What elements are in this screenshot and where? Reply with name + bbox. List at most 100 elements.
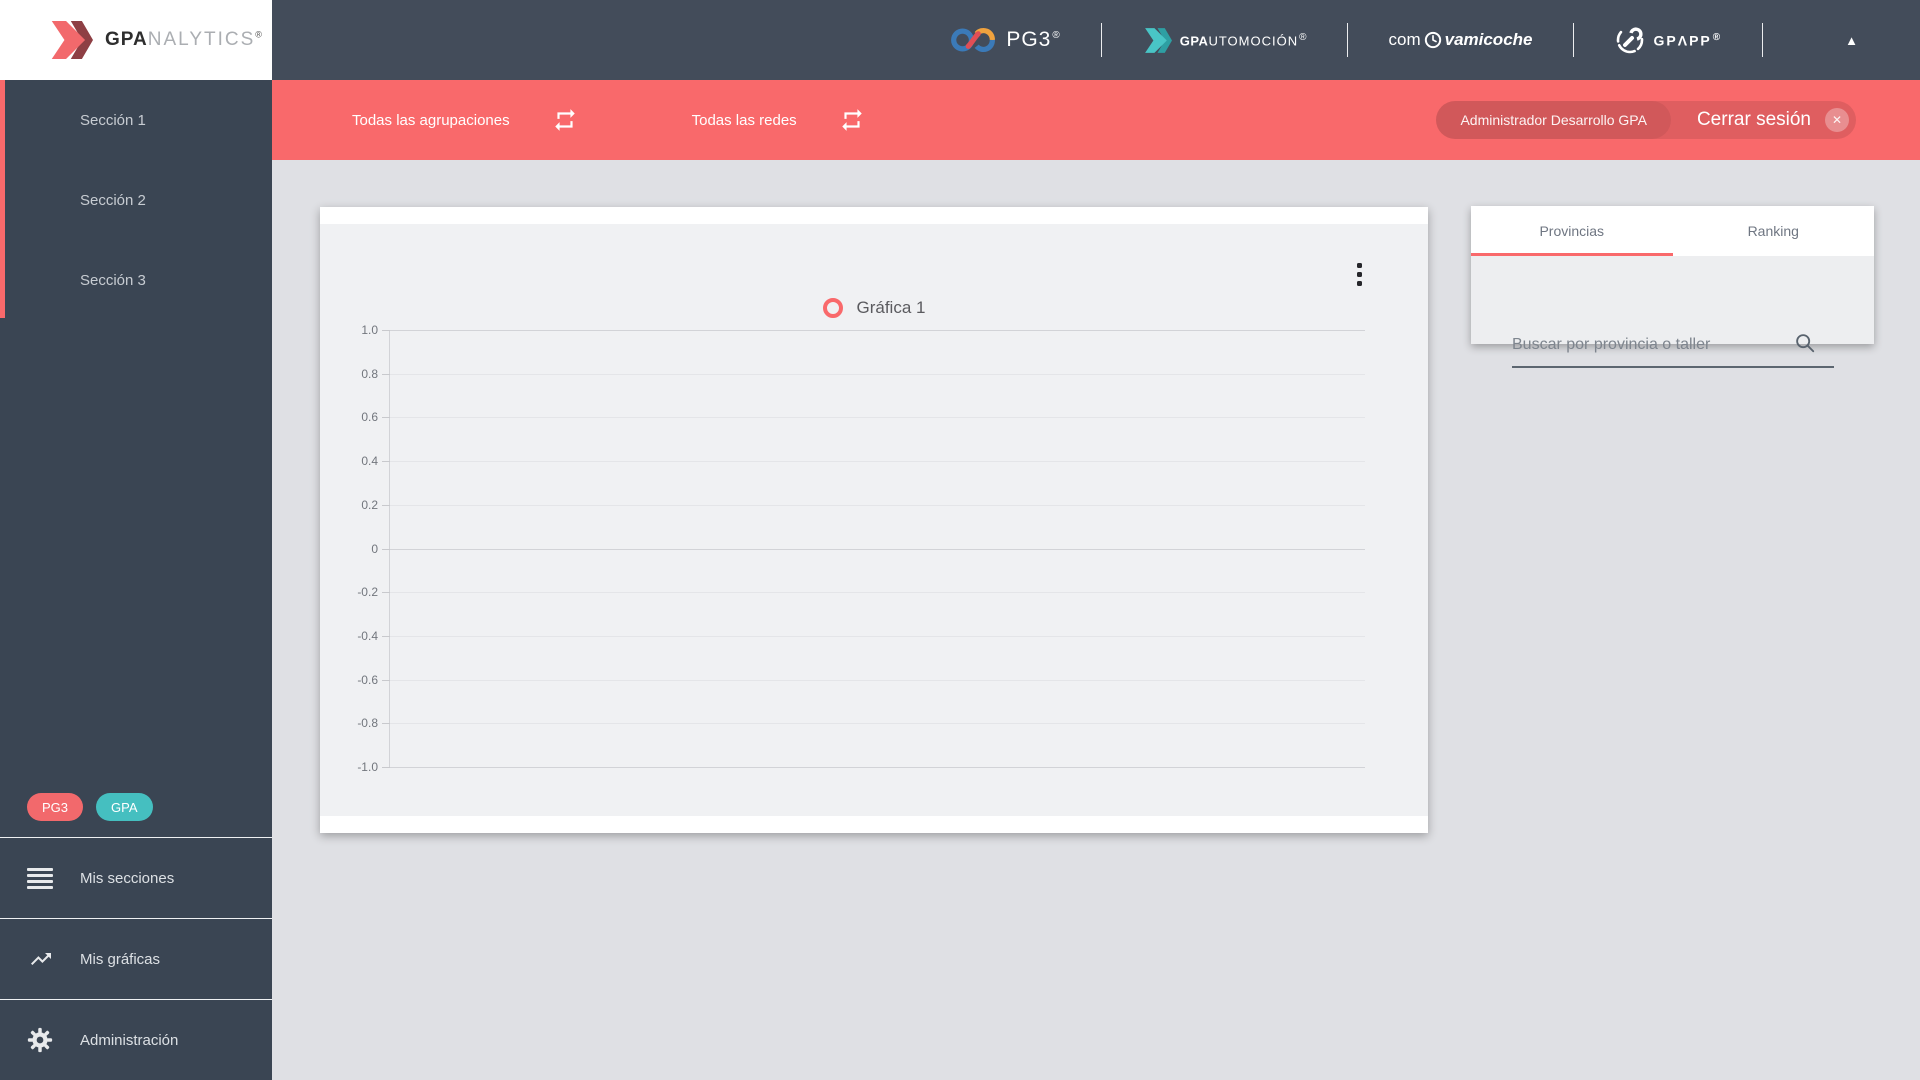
axis-tick: [382, 723, 390, 724]
sidebar-badge[interactable]: PG3: [27, 793, 84, 821]
comprobamicoche-pre: com: [1388, 30, 1421, 49]
gridline: [390, 417, 1365, 418]
y-tick-label: -0.4: [357, 629, 378, 643]
logo-gpa: GPA: [105, 29, 148, 50]
gpapp-logo: GPΛPP®: [1614, 24, 1723, 56]
y-tick-label: -0.6: [357, 673, 378, 687]
y-tick-label: -0.2: [357, 585, 378, 599]
search-icon[interactable]: [1794, 332, 1816, 354]
header-divider: [1762, 23, 1764, 57]
swap-icon[interactable]: [552, 107, 578, 133]
sidebar-item-seccion-2[interactable]: Sección 2: [0, 160, 272, 240]
sidebar-item-mis-graficas[interactable]: Mis gráficas: [0, 918, 272, 999]
kebab-dot: [1357, 263, 1362, 268]
y-tick-label: 0.4: [361, 454, 378, 468]
section-label: Sección 3: [80, 271, 146, 289]
clock-icon: [1423, 30, 1443, 50]
chart-options-button[interactable]: [1353, 259, 1366, 290]
sidebar-item-mis-secciones[interactable]: Mis secciones: [0, 837, 272, 918]
axis-tick: [382, 461, 390, 462]
sidebar-badge[interactable]: GPA: [96, 793, 153, 821]
sidebar-item-seccion-3[interactable]: Sección 3: [0, 240, 272, 320]
header-divider: [1347, 23, 1349, 57]
top-header: PG3® GPAUTOMOCIÓN® com vamicoche GPΛPP® …: [272, 0, 1920, 80]
collapse-header-button[interactable]: ▲: [1845, 33, 1858, 48]
provinces-panel: Provincias Ranking: [1471, 206, 1874, 368]
panel-search-area: [1471, 256, 1874, 368]
chart-card: Gráfica 1 1.0 0.8 0.6 0.4 0.2 0 -0.2 -0.4 -0.6 -0…: [320, 207, 1428, 833]
section-label: Sección 1: [80, 111, 146, 129]
badge-label: GPA: [111, 799, 138, 815]
comprobamicoche-post: vamicoche: [1444, 30, 1533, 49]
axis-tick: [382, 505, 390, 506]
axis-tick: [382, 592, 390, 593]
y-tick-label: 0.8: [361, 367, 378, 381]
panel-tabs: Provincias Ranking: [1471, 206, 1874, 256]
gpapp-label: GPΛPP®: [1653, 31, 1723, 49]
close-session-icon[interactable]: ✕: [1825, 108, 1849, 132]
y-tick-label: 0.2: [361, 498, 378, 512]
section-label: Sección 2: [80, 191, 146, 209]
groupings-filter[interactable]: Todas las agrupaciones: [352, 107, 578, 133]
gridline: [390, 461, 1365, 462]
comprobamicoche-logo: com vamicoche: [1388, 30, 1532, 50]
axis-tick: [382, 417, 390, 418]
axis-tick: [382, 636, 390, 637]
filter-bar: Todas las agrupaciones Todas las redes A…: [272, 80, 1920, 160]
swap-icon[interactable]: [839, 107, 865, 133]
gpanalytics-logo-text: GPANALYTICS®: [105, 29, 263, 51]
gridline: [390, 330, 1365, 331]
sidebar-bottom-menu: Mis secciones Mis gráficas Administració…: [0, 837, 272, 1080]
groupings-filter-label: Todas las agrupaciones: [352, 111, 510, 129]
chart-background: Gráfica 1 1.0 0.8 0.6 0.4 0.2 0 -0.2 -0.4 -0.6 -0…: [320, 224, 1428, 816]
tab-label: Ranking: [1747, 223, 1799, 239]
gpautomocion-label: GPAUTOMOCIÓN®: [1179, 31, 1308, 49]
logout-button[interactable]: Cerrar sesión: [1697, 109, 1811, 131]
tab-label: Provincias: [1539, 223, 1605, 239]
y-tick-label: 0.6: [361, 410, 378, 424]
pg3-label: PG3®: [1006, 28, 1061, 51]
kebab-dot: [1357, 281, 1362, 286]
sidebar-item-administracion[interactable]: Administración: [0, 999, 272, 1080]
axis-tick: [382, 374, 390, 375]
user-name-chip: Administrador Desarrollo GPA: [1436, 101, 1671, 139]
sidebar: GPANALYTICS® Sección 1 Sección 2 Sección…: [0, 0, 272, 1080]
list-icon: [27, 867, 57, 889]
y-tick-label: 0: [371, 542, 378, 556]
legend-series-icon[interactable]: [822, 298, 843, 318]
gridline: [390, 549, 1365, 550]
chart-legend: Gráfica 1: [320, 298, 1428, 318]
sections-list: Sección 1 Sección 2 Sección 3: [0, 80, 272, 320]
gpapp-wrench-icon: [1616, 26, 1643, 54]
line-chart-icon: [27, 947, 57, 971]
gridline: [390, 723, 1365, 724]
logo-rest: NALYTICS: [147, 29, 256, 50]
logo-reg: ®: [255, 29, 263, 40]
plot-area: 1.0 0.8 0.6 0.4 0.2 0 -0.2 -0.4 -0.6 -0.8 -1.0: [357, 323, 1365, 774]
menu-label: Mis gráficas: [80, 950, 161, 968]
pg3-logo: PG3®: [949, 25, 1060, 55]
y-tick-label: 1.0: [361, 323, 378, 337]
y-tick-label: -1.0: [357, 760, 378, 774]
axis-tick: [382, 680, 390, 681]
tab-provincias[interactable]: Provincias: [1471, 206, 1673, 256]
gridline: [390, 636, 1365, 637]
gridline: [390, 505, 1365, 506]
badge-label: PG3: [42, 799, 69, 815]
axis-tick: [382, 549, 390, 550]
search-input[interactable]: [1512, 336, 1834, 368]
y-tick-label: -0.8: [357, 716, 378, 730]
axis-tick: [382, 330, 390, 331]
gpanalytics-arrow-icon: [51, 20, 93, 60]
axis-tick: [382, 767, 390, 768]
gridline: [390, 592, 1365, 593]
legend-series-label: Gráfica 1: [856, 298, 926, 317]
menu-label: Administración: [80, 1031, 179, 1049]
sidebar-item-seccion-1[interactable]: Sección 1: [0, 80, 272, 160]
tab-ranking[interactable]: Ranking: [1673, 206, 1875, 256]
networks-filter[interactable]: Todas las redes: [692, 107, 865, 133]
gridline: [390, 767, 1365, 768]
gpanalytics-logo[interactable]: GPANALYTICS®: [0, 0, 272, 80]
session-pill: Administrador Desarrollo GPA Cerrar sesi…: [1436, 101, 1856, 139]
sidebar-badges: PG3 GPA: [27, 793, 153, 821]
